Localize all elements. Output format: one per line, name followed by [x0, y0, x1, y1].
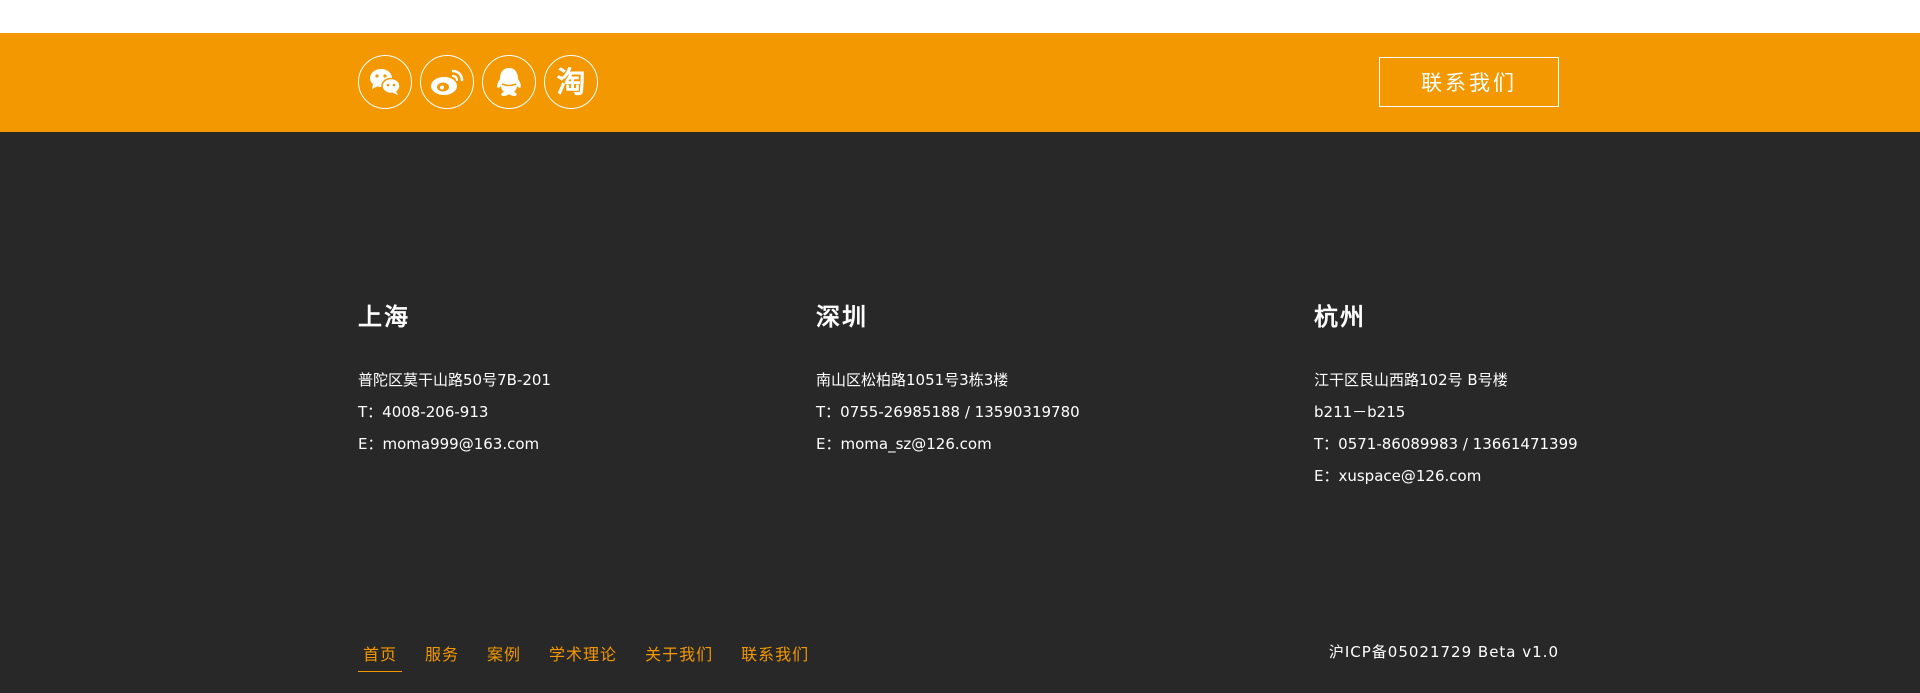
office-email: E：moma999@163.com [358, 435, 540, 453]
office-details: 江干区艮山西路102号 B号楼 b211－b215 T：0571-8608998… [1314, 370, 1578, 498]
office-city: 深圳 [816, 303, 868, 331]
nav-item-about[interactable]: 关于我们 [640, 637, 718, 671]
office-shanghai: 上海 普陀区莫干山路50号7B-201 T：4008-206-913 E：mom… [358, 302, 551, 466]
nav-item-contact[interactable]: 联系我们 [736, 637, 814, 671]
wechat-icon [370, 69, 401, 95]
office-address: 普陀区莫干山路50号7B-201 [358, 371, 551, 389]
office-shenzhen: 深圳 南山区松柏路1051号3栋3楼 T：0755-26985188 / 135… [816, 302, 1080, 466]
nav-item-home[interactable]: 首页 [358, 637, 403, 672]
office-details: 南山区松柏路1051号3栋3楼 T：0755-26985188 / 135903… [816, 370, 1080, 466]
office-email: E：moma_sz@126.com [816, 435, 992, 453]
qq-button[interactable] [482, 55, 536, 109]
wechat-button[interactable] [358, 55, 412, 109]
icp-license: 沪ICP备05021729 Beta v1.0 [1328, 643, 1559, 661]
office-city: 上海 [358, 303, 410, 331]
office-address: 南山区松柏路1051号3栋3楼 [816, 371, 1009, 389]
office-email: E：xuspace@126.com [1314, 467, 1482, 485]
nav-item-academic[interactable]: 学术理论 [544, 637, 622, 671]
weibo-button[interactable] [420, 55, 474, 109]
office-hangzhou: 杭州 江干区艮山西路102号 B号楼 b211－b215 T：0571-8608… [1314, 302, 1578, 498]
social-bar: 淘 联系我们 [0, 33, 1920, 132]
office-address: 江干区艮山西路102号 B号楼 [1314, 371, 1508, 389]
page-top-area [0, 0, 1920, 33]
office-details: 普陀区莫干山路50号7B-201 T：4008-206-913 E：moma99… [358, 370, 551, 466]
qq-icon [497, 68, 521, 96]
office-address-line2: b211－b215 [1314, 403, 1406, 421]
nav-item-services[interactable]: 服务 [420, 637, 464, 671]
weibo-icon [431, 69, 464, 95]
taobao-button[interactable]: 淘 [544, 55, 598, 109]
footer-nav: 首页 服务 案例 学术理论 关于我们 联系我们 [358, 637, 832, 672]
office-phone: T：4008-206-913 [358, 403, 489, 421]
taobao-icon: 淘 [556, 64, 586, 99]
footer: 上海 普陀区莫干山路50号7B-201 T：4008-206-913 E：mom… [0, 132, 1920, 693]
social-links: 淘 [358, 55, 598, 109]
contact-us-button[interactable]: 联系我们 [1379, 57, 1559, 107]
nav-item-cases[interactable]: 案例 [482, 637, 526, 671]
office-phone: T：0571-86089983 / 13661471399 [1314, 435, 1578, 453]
office-phone: T：0755-26985188 / 13590319780 [816, 403, 1080, 421]
office-city: 杭州 [1314, 303, 1366, 331]
